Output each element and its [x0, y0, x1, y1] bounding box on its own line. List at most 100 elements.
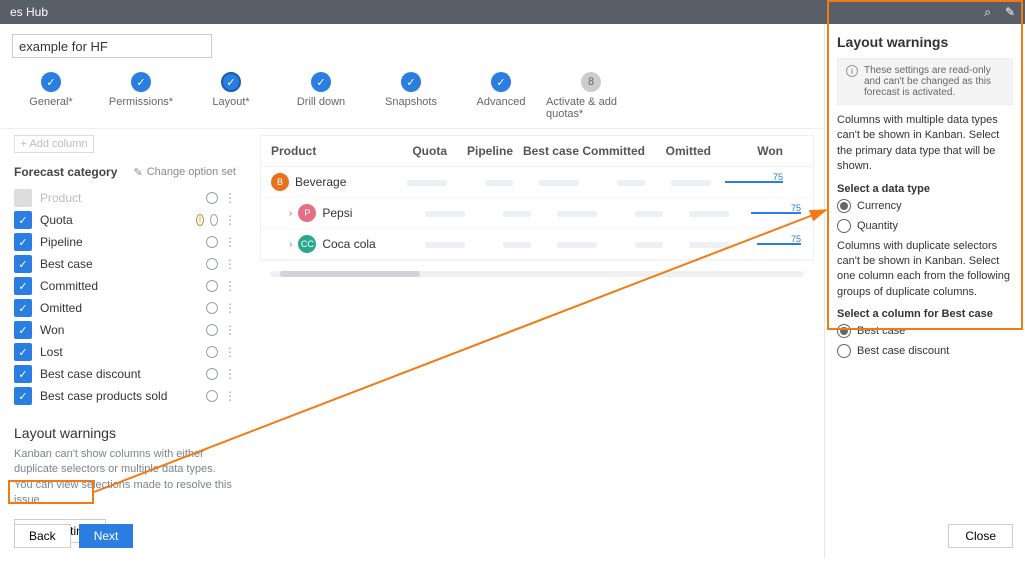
checkbox[interactable]: ✓ [14, 321, 32, 339]
product-name: Pepsi [322, 206, 352, 220]
more-icon[interactable]: ⋮ [224, 324, 236, 336]
more-icon[interactable]: ⋮ [224, 192, 236, 204]
forecast-category-panel: + Add column Forecast category ✎Change o… [0, 129, 250, 573]
topbar-icons: ⌕ ✎ [984, 5, 1015, 20]
step-drilldown[interactable]: ✓Drill down [276, 72, 366, 108]
gear-icon[interactable] [206, 324, 218, 336]
avatar: B [271, 173, 289, 191]
forecast-item-label: Best case products sold [40, 389, 196, 403]
column-header: Best case [513, 144, 579, 158]
top-bar: es Hub ⌕ ✎ [0, 0, 1025, 24]
placeholder-bar [539, 180, 579, 186]
forecast-item[interactable]: ✓ Lost ⋮ [14, 341, 236, 363]
more-icon[interactable]: ⋮ [224, 280, 236, 292]
layout-warnings-panel: Layout warnings i These settings are rea… [825, 24, 1025, 558]
gear-icon[interactable] [206, 236, 218, 248]
forecast-item[interactable]: ✓Quota!⋮ [14, 209, 236, 231]
checkbox[interactable]: ✓ [14, 255, 32, 273]
checkbox[interactable]: ✓ [14, 211, 32, 229]
readonly-notice: i These settings are read-only and can't… [837, 58, 1013, 105]
more-icon[interactable]: ⋮ [224, 390, 236, 402]
next-button[interactable]: Next [79, 524, 134, 548]
product-name: Coca cola [322, 237, 375, 251]
step-permissions[interactable]: ✓Permissions* [96, 72, 186, 108]
table-row[interactable]: ›CCCoca cola75 [261, 229, 813, 260]
forecast-item-label: Quota [40, 213, 196, 227]
forecast-item[interactable]: ✓ Won ⋮ [14, 319, 236, 341]
placeholder-bar [689, 242, 729, 248]
wizard-steps: ✓General* ✓Permissions* ✓Layout* ✓Drill … [0, 64, 824, 129]
forecast-item-label: Omitted [40, 301, 196, 315]
step-label: General* [29, 96, 72, 108]
step-label: Snapshots [385, 96, 437, 108]
table-row[interactable]: BBeverage75 [261, 167, 813, 198]
close-button[interactable]: Close [948, 524, 1013, 548]
placeholder-bar [407, 180, 447, 186]
won-bar [725, 181, 783, 183]
placeholder-bar [617, 180, 645, 186]
forecast-item[interactable]: ✓Committed⋮ [14, 275, 236, 297]
checkbox[interactable]: ✓ [14, 365, 32, 383]
step-general[interactable]: ✓General* [6, 72, 96, 108]
more-icon[interactable]: ⋮ [224, 214, 236, 226]
forecast-item[interactable]: ✓ Omitted ⋮ [14, 297, 236, 319]
forecast-item[interactable]: ✓Best case discount⋮ [14, 363, 236, 385]
placeholder-bar [503, 211, 531, 217]
checkbox[interactable]: ✓ [14, 277, 32, 295]
back-button[interactable]: Back [14, 524, 71, 548]
chevron-right-icon[interactable]: › [289, 208, 292, 219]
forecast-item-label: Product [40, 191, 196, 205]
gear-icon[interactable] [206, 280, 218, 292]
gear-icon[interactable] [206, 192, 218, 204]
scrollbar-thumb[interactable] [280, 271, 420, 277]
forecast-item[interactable]: ✓ Best case products sold ⋮ [14, 385, 236, 407]
radio-bestcase-discount[interactable]: Best case discount [837, 344, 1013, 358]
panel-title: Layout warnings [837, 34, 1013, 50]
checkbox[interactable]: ✓ [14, 343, 32, 361]
radio-quantity[interactable]: Quantity [837, 219, 1013, 233]
forecast-category-heading: Forecast category [14, 165, 117, 179]
radio-bestcase[interactable]: Best case [837, 324, 1013, 338]
checkbox[interactable]: ✓ [14, 233, 32, 251]
gear-icon[interactable] [206, 346, 218, 358]
gear-icon[interactable] [206, 302, 218, 314]
radio-currency[interactable]: Currency [837, 199, 1013, 213]
checkbox[interactable] [14, 189, 32, 207]
more-icon[interactable]: ⋮ [224, 236, 236, 248]
chevron-right-icon[interactable]: › [289, 239, 292, 250]
search-icon[interactable]: ⌕ [984, 5, 991, 20]
forecast-item[interactable]: Product ⋮ [14, 187, 236, 209]
checkbox[interactable]: ✓ [14, 387, 32, 405]
forecast-item[interactable]: ✓Pipeline⋮ [14, 231, 236, 253]
won-bar [757, 243, 801, 245]
add-column-button[interactable]: + Add column [14, 135, 94, 153]
step-advanced[interactable]: ✓Advanced [456, 72, 546, 108]
more-icon[interactable]: ⋮ [224, 346, 236, 358]
more-icon[interactable]: ⋮ [224, 258, 236, 270]
step-label: Drill down [297, 96, 345, 108]
column-header: Product [271, 144, 381, 158]
more-icon[interactable]: ⋮ [224, 302, 236, 314]
forecast-item[interactable]: ✓Best case⋮ [14, 253, 236, 275]
change-option-set-button[interactable]: ✎Change option set [133, 166, 236, 179]
gear-icon[interactable] [206, 258, 218, 270]
gear-icon[interactable] [206, 390, 218, 402]
gear-icon[interactable] [210, 214, 218, 226]
forecast-item-label: Won [40, 323, 196, 337]
edit-icon[interactable]: ✎ [1005, 5, 1015, 20]
preview-scrollbar[interactable] [270, 271, 804, 277]
placeholder-bar [503, 242, 531, 248]
checkbox[interactable]: ✓ [14, 299, 32, 317]
select-column-bestcase-label: Select a column for Best case [837, 308, 1013, 320]
more-icon[interactable]: ⋮ [224, 368, 236, 380]
forecast-name-input[interactable] [12, 34, 212, 58]
app-title: es Hub [10, 5, 984, 19]
step-layout[interactable]: ✓Layout* [186, 72, 276, 108]
forecast-item-label: Lost [40, 345, 196, 359]
column-header: Omitted [645, 144, 711, 158]
gear-icon[interactable] [206, 368, 218, 380]
step-snapshots[interactable]: ✓Snapshots [366, 72, 456, 108]
step-activate[interactable]: 8Activate & add quotas* [546, 72, 636, 120]
table-row[interactable]: ›PPepsi75 [261, 198, 813, 229]
avatar: P [298, 204, 316, 222]
